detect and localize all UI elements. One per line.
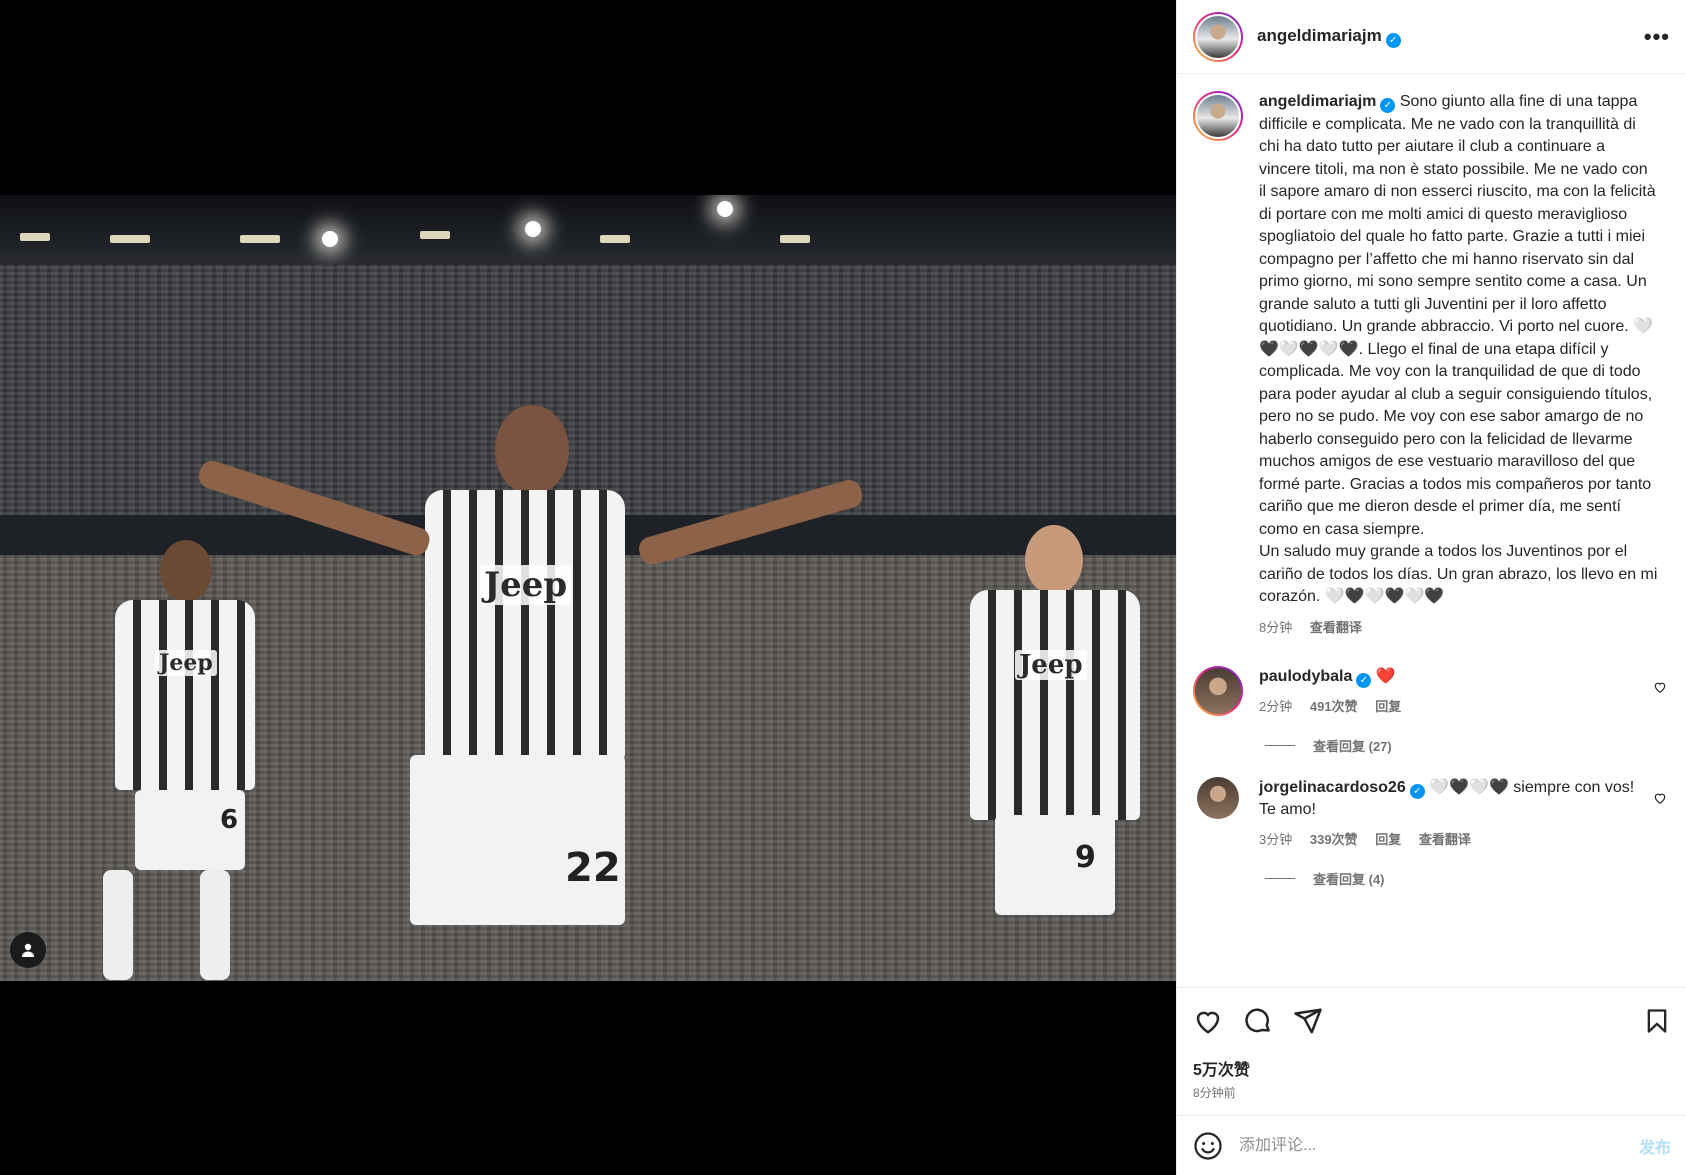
comment-item: paulodybala ✓ ❤️ 2分钟 491次赞 回复 — [1193, 665, 1671, 718]
media-pane: Jeep 6 Jeep 22 Jeep 9 — [0, 0, 1176, 1175]
more-options-button[interactable]: ••• — [1644, 24, 1670, 50]
commenter-avatar[interactable] — [1193, 665, 1243, 716]
author-avatar[interactable] — [1193, 11, 1243, 62]
shirt-sponsor: Jeep — [1015, 650, 1087, 680]
view-replies-button[interactable]: 查看回复 (27) — [1265, 736, 1671, 755]
shirt-sponsor: Jeep — [480, 565, 572, 605]
likes-count[interactable]: 5万次赞 — [1193, 1056, 1671, 1080]
comment-meta: 3分钟 339次赞 回复 查看翻译 — [1259, 829, 1639, 851]
comment-likes[interactable]: 491次赞 — [1310, 699, 1358, 714]
jersey-number: 22 — [565, 845, 621, 891]
caption-body: Sono giunto alla fine di una tappa diffi… — [1259, 93, 1658, 605]
shirt-sponsor: Jeep — [155, 650, 217, 676]
reply-button[interactable]: 回复 — [1375, 699, 1401, 714]
post-time: 8分钟前 — [1193, 1086, 1236, 1100]
commenter-avatar[interactable] — [1197, 776, 1239, 819]
player-left: Jeep 6 — [95, 540, 275, 980]
caption-username[interactable]: angeldimariajm — [1259, 93, 1376, 110]
floodlight — [717, 201, 733, 217]
commenter-username[interactable]: jorgelinacardoso26 — [1259, 779, 1406, 796]
comment-icon[interactable] — [1243, 1006, 1273, 1036]
comment-time: 3分钟 — [1259, 831, 1293, 847]
author-username[interactable]: angeldimariajm — [1257, 26, 1382, 45]
caption-time: 8分钟 — [1259, 619, 1293, 635]
post-header: angeldimariajm ✓ ••• — [1177, 0, 1686, 74]
stadium-roof — [0, 195, 1176, 255]
player-center: Jeep 22 — [395, 405, 665, 981]
comment-text: ❤️ — [1375, 667, 1396, 685]
verified-badge-icon: ✓ — [1380, 98, 1396, 113]
more-icon: ••• — [1643, 23, 1670, 49]
floodlight — [525, 221, 541, 237]
comment-like-heart-icon[interactable] — [1653, 680, 1667, 694]
commenter-username[interactable]: paulodybala — [1259, 668, 1352, 685]
post-comment-button[interactable]: 发布 — [1639, 1134, 1671, 1158]
jersey-number: 6 — [220, 805, 239, 835]
comment-input[interactable] — [1239, 1136, 1639, 1155]
caption-avatar[interactable] — [1193, 91, 1243, 141]
send-icon[interactable] — [1293, 1006, 1323, 1036]
comments-scroll-area[interactable]: angeldimariajm ✓ Sono giunto alla fine di… — [1177, 75, 1686, 987]
player-right: Jeep 9 — [960, 525, 1160, 981]
add-comment-bar: 发布 — [1177, 1115, 1686, 1175]
heart-icon[interactable] — [1193, 1006, 1223, 1036]
jersey-number: 9 — [1075, 840, 1096, 875]
comment-likes[interactable]: 339次赞 — [1310, 832, 1358, 847]
verified-badge-icon: ✓ — [1356, 672, 1372, 688]
emoji-icon[interactable] — [1193, 1131, 1223, 1161]
caption-translate-link[interactable]: 查看翻译 — [1310, 620, 1362, 635]
user-tags-button[interactable] — [10, 932, 46, 968]
comment-translate-link[interactable]: 查看翻译 — [1419, 832, 1471, 847]
bookmark-icon[interactable] — [1643, 1006, 1671, 1036]
comment-like-heart-icon[interactable] — [1653, 791, 1667, 805]
caption: angeldimariajm ✓ Sono giunto alla fine di… — [1193, 91, 1671, 636]
caption-meta: 8分钟 查看翻译 — [1259, 617, 1659, 636]
verified-badge-icon: ✓ — [1409, 783, 1425, 799]
comment-meta: 2分钟 491次赞 回复 — [1259, 696, 1639, 718]
comment-item: jorgelinacardoso26 ✓ 🤍🖤🤍🖤 siempre con vos… — [1193, 776, 1671, 851]
person-icon — [22, 943, 34, 957]
verified-badge-icon: ✓ — [1385, 32, 1401, 48]
reply-button[interactable]: 回复 — [1375, 832, 1401, 847]
floodlight — [322, 231, 338, 247]
comment-time: 2分钟 — [1259, 698, 1293, 714]
post-photo[interactable]: Jeep 6 Jeep 22 Jeep 9 — [0, 195, 1176, 981]
view-replies-button[interactable]: 查看回复 (4) — [1265, 869, 1671, 888]
comments-panel: angeldimariajm ✓ ••• angeldimariajm ✓ Sono… — [1176, 0, 1686, 1175]
